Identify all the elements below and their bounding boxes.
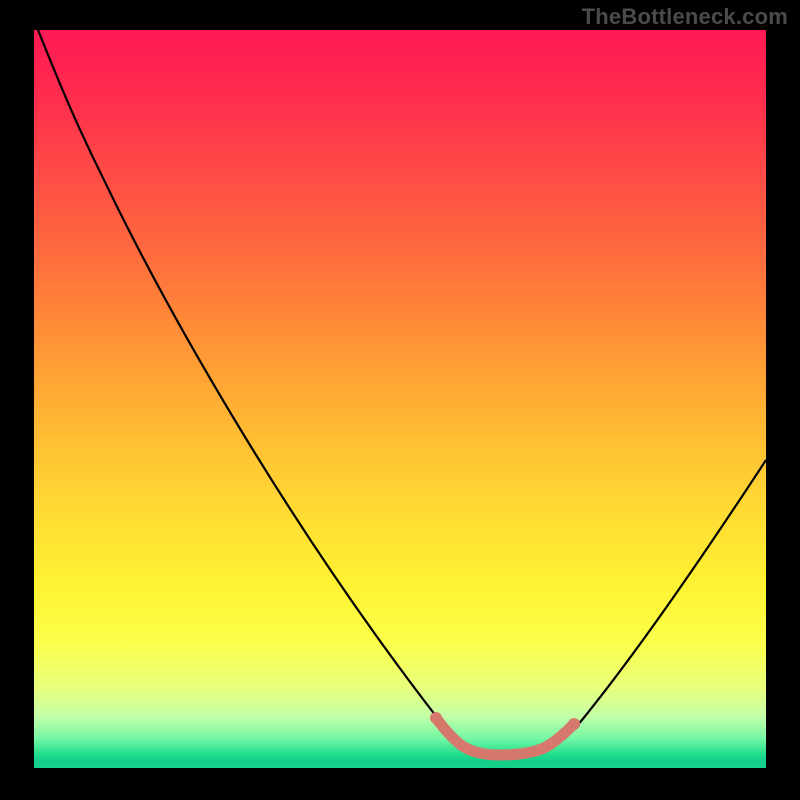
- plot-area: [34, 30, 766, 768]
- chart-svg: [34, 30, 766, 768]
- chart-frame: TheBottleneck.com: [0, 0, 800, 800]
- watermark-text: TheBottleneck.com: [582, 4, 788, 30]
- accent-segment: [436, 718, 574, 755]
- accent-dot-right: [568, 718, 580, 730]
- accent-dot-left: [430, 712, 442, 724]
- main-curve: [34, 30, 766, 755]
